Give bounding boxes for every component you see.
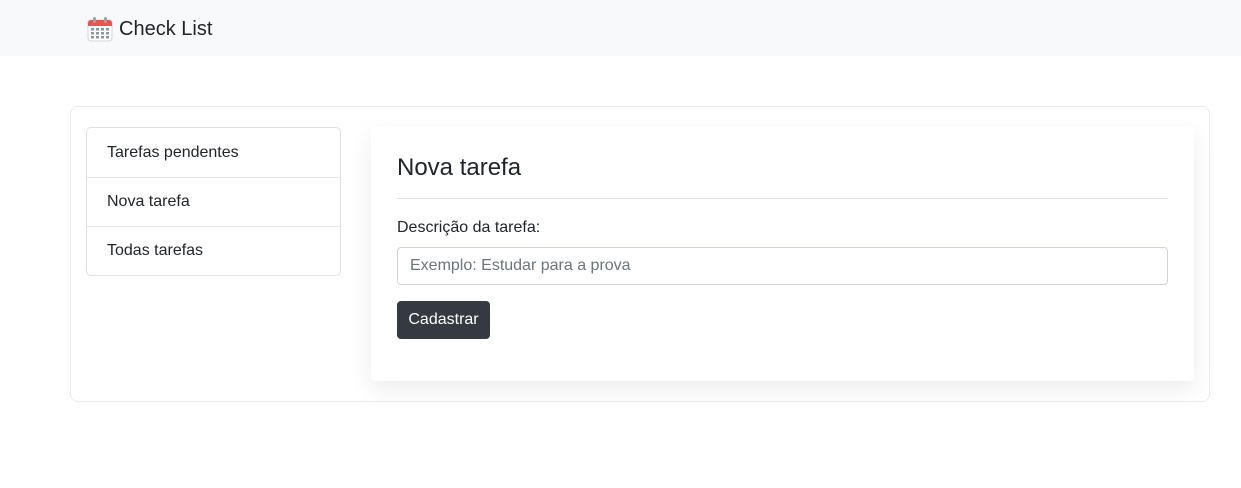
brand-title: Check List bbox=[119, 18, 213, 40]
sidebar-item-label: Tarefas pendentes bbox=[107, 143, 239, 161]
sidebar-menu: Tarefas pendentes Nova tarefa Todas tare… bbox=[86, 127, 341, 276]
sidebar-item-label: Nova tarefa bbox=[107, 193, 190, 210]
sidebar-item-label: Todas tarefas bbox=[107, 242, 204, 259]
sidebar-item-tarefas-pendentes[interactable]: Tarefas pendentes bbox=[87, 128, 340, 177]
panel-title: Nova tarefa bbox=[397, 154, 522, 181]
task-description-label: Descrição da tarefa: bbox=[397, 219, 541, 236]
divider bbox=[397, 198, 1168, 199]
cadastrar-button[interactable]: Cadastrar bbox=[397, 301, 490, 339]
navbar: Check List bbox=[0, 0, 1241, 56]
new-task-panel: Nova tarefa Descrição da tarefa: Cadastr… bbox=[371, 127, 1194, 381]
navbar-brand[interactable]: Check List bbox=[87, 14, 212, 44]
sidebar-item-todas-tarefas[interactable]: Todas tarefas bbox=[87, 226, 340, 275]
sidebar-item-nova-tarefa[interactable]: Nova tarefa bbox=[87, 177, 340, 226]
task-description-input[interactable] bbox=[397, 247, 1168, 285]
calendar-icon bbox=[87, 17, 113, 42]
